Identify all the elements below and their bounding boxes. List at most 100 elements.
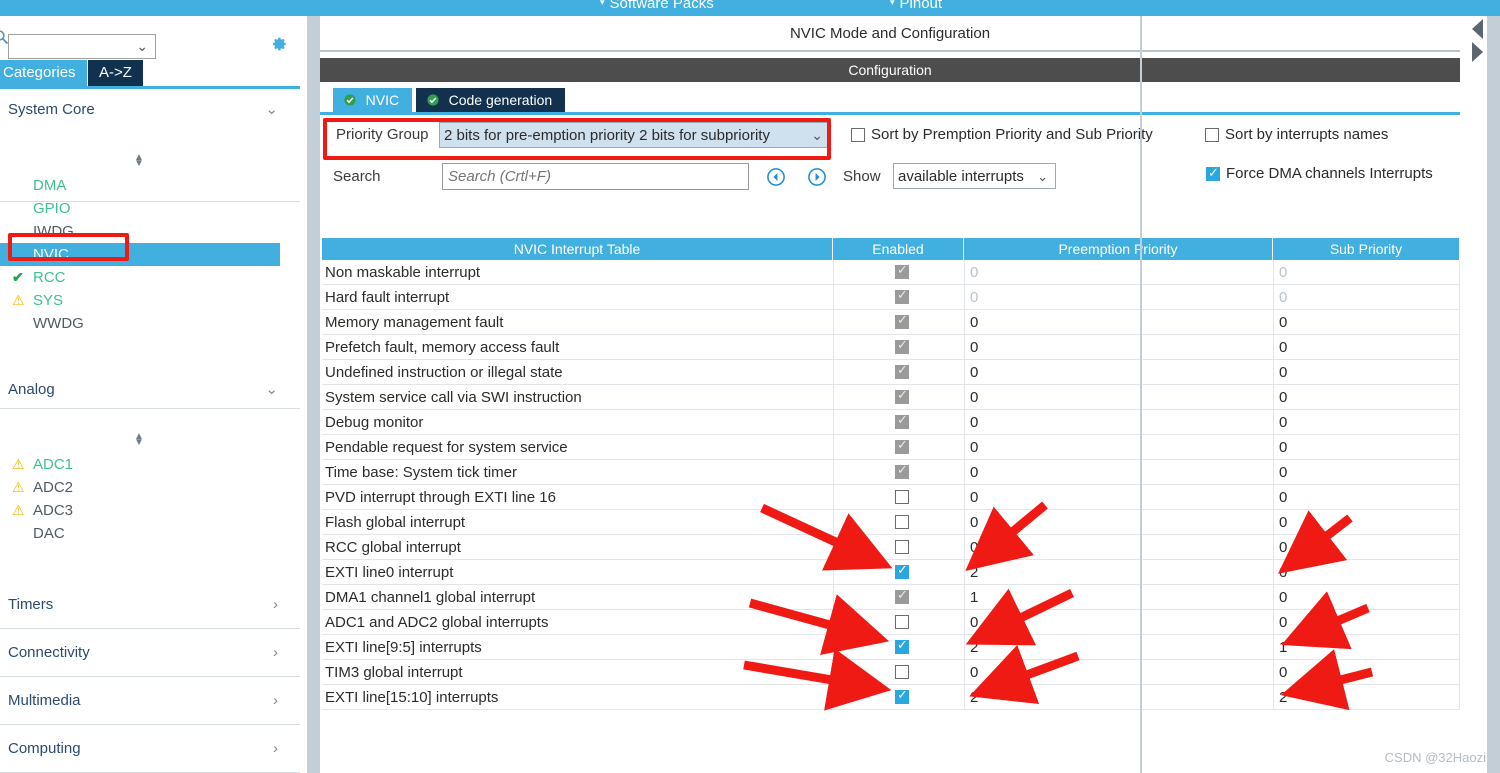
sub-priority-cell[interactable]: 0 <box>1279 310 1287 335</box>
vertical-scrollbar[interactable] <box>1487 16 1500 773</box>
preemption-priority-cell[interactable]: 0 <box>970 285 978 310</box>
enabled-checkbox[interactable] <box>895 637 909 654</box>
sidebar-group-header-multimedia[interactable]: Multimedia › <box>0 677 300 725</box>
preemption-priority-cell[interactable]: 0 <box>970 410 978 435</box>
column-header-preemption[interactable]: Preemption Priority <box>964 238 1273 260</box>
enabled-checkbox[interactable] <box>895 687 909 704</box>
analog-scroll-spinner[interactable]: ▲ ▼ <box>134 432 144 448</box>
sidebar-search-combo[interactable]: ⌄ <box>8 34 156 59</box>
show-select[interactable]: available interrupts ⌄ <box>893 163 1056 189</box>
preemption-priority-cell[interactable]: 2 <box>970 685 978 710</box>
preemption-priority-cell[interactable]: 0 <box>970 535 978 560</box>
sub-priority-cell[interactable]: 0 <box>1279 610 1287 635</box>
table-row[interactable]: ADC1 and ADC2 global interrupts 0 0 <box>322 610 1460 635</box>
preemption-priority-cell[interactable]: 0 <box>970 610 978 635</box>
enabled-checkbox[interactable] <box>895 615 909 629</box>
sub-priority-cell[interactable]: 2 <box>1279 685 1287 710</box>
column-header-sub-priority[interactable]: Sub Priority <box>1273 238 1460 260</box>
sidebar-item-sys[interactable]: ⚠ SYS <box>0 289 280 312</box>
preemption-priority-cell[interactable]: 0 <box>970 510 978 535</box>
preemption-priority-cell[interactable]: 2 <box>970 635 978 660</box>
preemption-priority-cell[interactable]: 0 <box>970 310 978 335</box>
sub-priority-cell[interactable]: 0 <box>1279 360 1287 385</box>
sub-priority-cell[interactable]: 0 <box>1279 410 1287 435</box>
force-dma-checkbox[interactable] <box>1206 165 1220 181</box>
tab-code-generation[interactable]: Code generation <box>416 88 566 112</box>
preemption-priority-cell[interactable]: 1 <box>970 585 978 610</box>
sidebar-group-header-timers[interactable]: Timers › <box>0 581 300 629</box>
tab-nvic[interactable]: NVIC <box>333 88 413 112</box>
sidebar-item-wwdg[interactable]: WWDG <box>0 312 280 335</box>
preemption-priority-cell[interactable]: 0 <box>970 260 978 285</box>
preemption-priority-cell[interactable]: 0 <box>970 435 978 460</box>
enabled-checkbox[interactable] <box>895 362 909 379</box>
enabled-checkbox[interactable] <box>895 540 909 554</box>
preemption-priority-cell[interactable]: 0 <box>970 460 978 485</box>
sidebar-item-gpio[interactable]: GPIO <box>0 197 280 220</box>
sub-priority-cell[interactable]: 0 <box>1279 385 1287 410</box>
sidebar-item-iwdg[interactable]: IWDG <box>0 220 280 243</box>
enabled-checkbox[interactable] <box>895 412 909 429</box>
enabled-checkbox[interactable] <box>895 262 909 279</box>
sub-priority-cell[interactable]: 0 <box>1279 285 1287 310</box>
arrow-right-circle-icon[interactable] <box>808 168 826 186</box>
gear-icon[interactable] <box>267 33 289 55</box>
table-row[interactable]: Non maskable interrupt 0 0 <box>322 260 1460 285</box>
table-row[interactable]: Pendable request for system service 0 0 <box>322 435 1460 460</box>
system-core-scroll-spinner[interactable]: ▲ ▼ <box>134 153 144 169</box>
sub-priority-cell[interactable]: 0 <box>1279 560 1287 585</box>
search-input[interactable] <box>442 163 749 190</box>
sub-priority-cell[interactable]: 1 <box>1279 635 1287 660</box>
table-row[interactable]: Hard fault interrupt 0 0 <box>322 285 1460 310</box>
table-row[interactable]: Undefined instruction or illegal state 0 0 <box>322 360 1460 385</box>
sub-priority-cell[interactable]: 0 <box>1279 435 1287 460</box>
sidebar-item-adc1[interactable]: ⚠ ADC1 <box>0 453 280 476</box>
sidebar-group-header-system-core[interactable]: System Core ⌄ <box>0 91 300 129</box>
table-row[interactable]: TIM3 global interrupt 0 0 <box>322 660 1460 685</box>
sort-by-names-checkbox[interactable] <box>1205 128 1219 142</box>
menu-item-pinout[interactable]: ▾ Pinout <box>890 0 942 12</box>
sub-priority-cell[interactable]: 0 <box>1279 485 1287 510</box>
enabled-checkbox[interactable] <box>895 312 909 329</box>
enabled-checkbox[interactable] <box>895 462 909 479</box>
preemption-priority-cell[interactable]: 0 <box>970 485 978 510</box>
sub-priority-cell[interactable]: 0 <box>1279 335 1287 360</box>
panel-splitter[interactable] <box>307 16 320 773</box>
sidebar-item-adc2[interactable]: ⚠ ADC2 <box>0 476 280 499</box>
table-row[interactable]: EXTI line[15:10] interrupts 2 2 <box>322 685 1460 710</box>
sidebar-item-rcc[interactable]: ✔ RCC <box>0 266 280 289</box>
sub-priority-cell[interactable]: 0 <box>1279 535 1287 560</box>
preemption-priority-cell[interactable]: 0 <box>970 385 978 410</box>
panel-collapse-toggle[interactable] <box>1466 16 1486 68</box>
sidebar-item-dma[interactable]: DMA <box>0 174 280 197</box>
sidebar-group-header-connectivity[interactable]: Connectivity › <box>0 629 300 677</box>
table-row[interactable]: RCC global interrupt 0 0 <box>322 535 1460 560</box>
table-row[interactable]: System service call via SWI instruction 0… <box>322 385 1460 410</box>
table-row[interactable]: DMA1 channel1 global interrupt 1 0 <box>322 585 1460 610</box>
enabled-checkbox[interactable] <box>895 562 909 579</box>
sidebar-group-header-computing[interactable]: Computing › <box>0 725 300 773</box>
sub-priority-cell[interactable]: 0 <box>1279 585 1287 610</box>
column-header-enabled[interactable]: Enabled <box>833 238 964 260</box>
enabled-checkbox[interactable] <box>895 437 909 454</box>
table-row[interactable]: EXTI line[9:5] interrupts 2 1 <box>322 635 1460 660</box>
sidebar-item-adc3[interactable]: ⚠ ADC3 <box>0 499 280 522</box>
sidebar-item-dac[interactable]: DAC <box>0 522 280 545</box>
preemption-priority-cell[interactable]: 0 <box>970 335 978 360</box>
sub-priority-cell[interactable]: 0 <box>1279 260 1287 285</box>
enabled-checkbox[interactable] <box>895 337 909 354</box>
table-row[interactable]: Memory management fault 0 0 <box>322 310 1460 335</box>
table-row[interactable]: PVD interrupt through EXTI line 16 0 0 <box>322 485 1460 510</box>
enabled-checkbox[interactable] <box>895 387 909 404</box>
sidebar-tab-categories[interactable]: Categories <box>0 60 87 86</box>
sub-priority-cell[interactable]: 0 <box>1279 660 1287 685</box>
priority-group-select[interactable]: 2 bits for pre-emption priority 2 bits f… <box>439 122 829 148</box>
table-row[interactable]: Flash global interrupt 0 0 <box>322 510 1460 535</box>
arrow-left-circle-icon[interactable] <box>767 168 785 186</box>
enabled-checkbox[interactable] <box>895 287 909 304</box>
table-row[interactable]: Debug monitor 0 0 <box>322 410 1460 435</box>
menu-item-software-packs[interactable]: ▾ Software Packs <box>600 0 714 12</box>
sidebar-group-header-analog[interactable]: Analog ⌄ <box>0 371 300 409</box>
sidebar-tab-a-to-z[interactable]: A->Z <box>88 60 143 86</box>
sidebar-item-nvic[interactable]: NVIC <box>0 243 280 266</box>
